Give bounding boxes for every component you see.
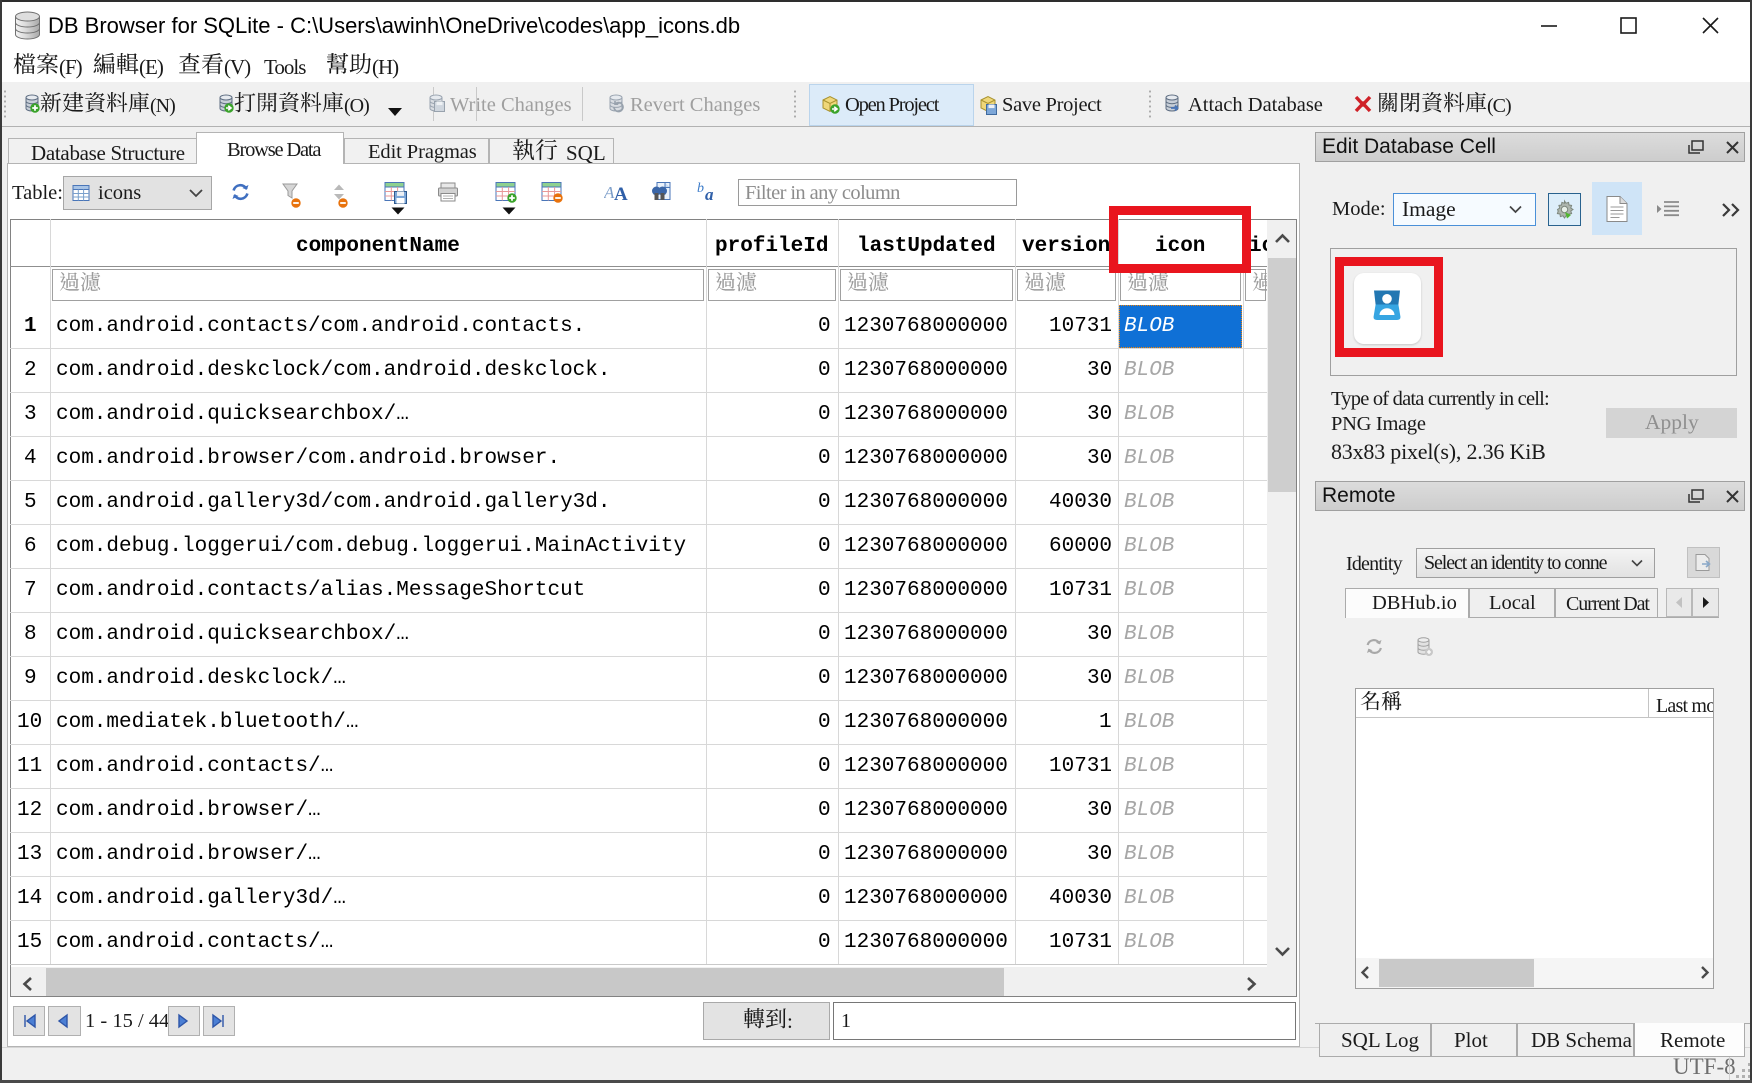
svg-text:A: A xyxy=(614,184,628,202)
svg-text:b: b xyxy=(697,181,704,196)
svg-text:a: a xyxy=(705,185,714,204)
